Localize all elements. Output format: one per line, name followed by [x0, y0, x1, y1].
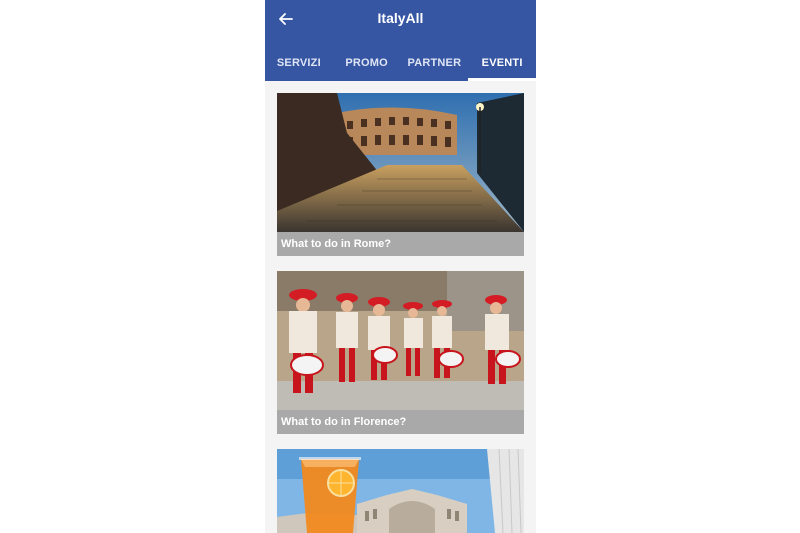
events-list: What to do in Rome? What to do in Floren…	[265, 81, 536, 533]
app-screen: ItalyAll SERVIZI PROMO PARTNER EVENTI Wh…	[265, 0, 536, 533]
tab-partner[interactable]: PARTNER	[401, 45, 469, 81]
event-card-rome[interactable]: What to do in Rome?	[277, 93, 524, 256]
tab-promo[interactable]: PROMO	[333, 45, 401, 81]
tab-eventi[interactable]: EVENTI	[468, 45, 536, 81]
event-card-florence[interactable]: What to do in Florence?	[277, 271, 524, 434]
event-card-milan[interactable]	[277, 449, 524, 533]
rome-colosseum-image	[277, 93, 524, 232]
event-caption-florence: What to do in Florence?	[277, 410, 524, 434]
app-bar: ItalyAll SERVIZI PROMO PARTNER EVENTI	[265, 0, 536, 81]
app-title: ItalyAll	[377, 10, 424, 26]
florence-parade-image	[277, 271, 524, 410]
milan-spritz-image	[277, 449, 524, 533]
tab-bar: SERVIZI PROMO PARTNER EVENTI	[265, 45, 536, 81]
event-caption-rome: What to do in Rome?	[277, 232, 524, 256]
tab-servizi[interactable]: SERVIZI	[265, 45, 333, 81]
